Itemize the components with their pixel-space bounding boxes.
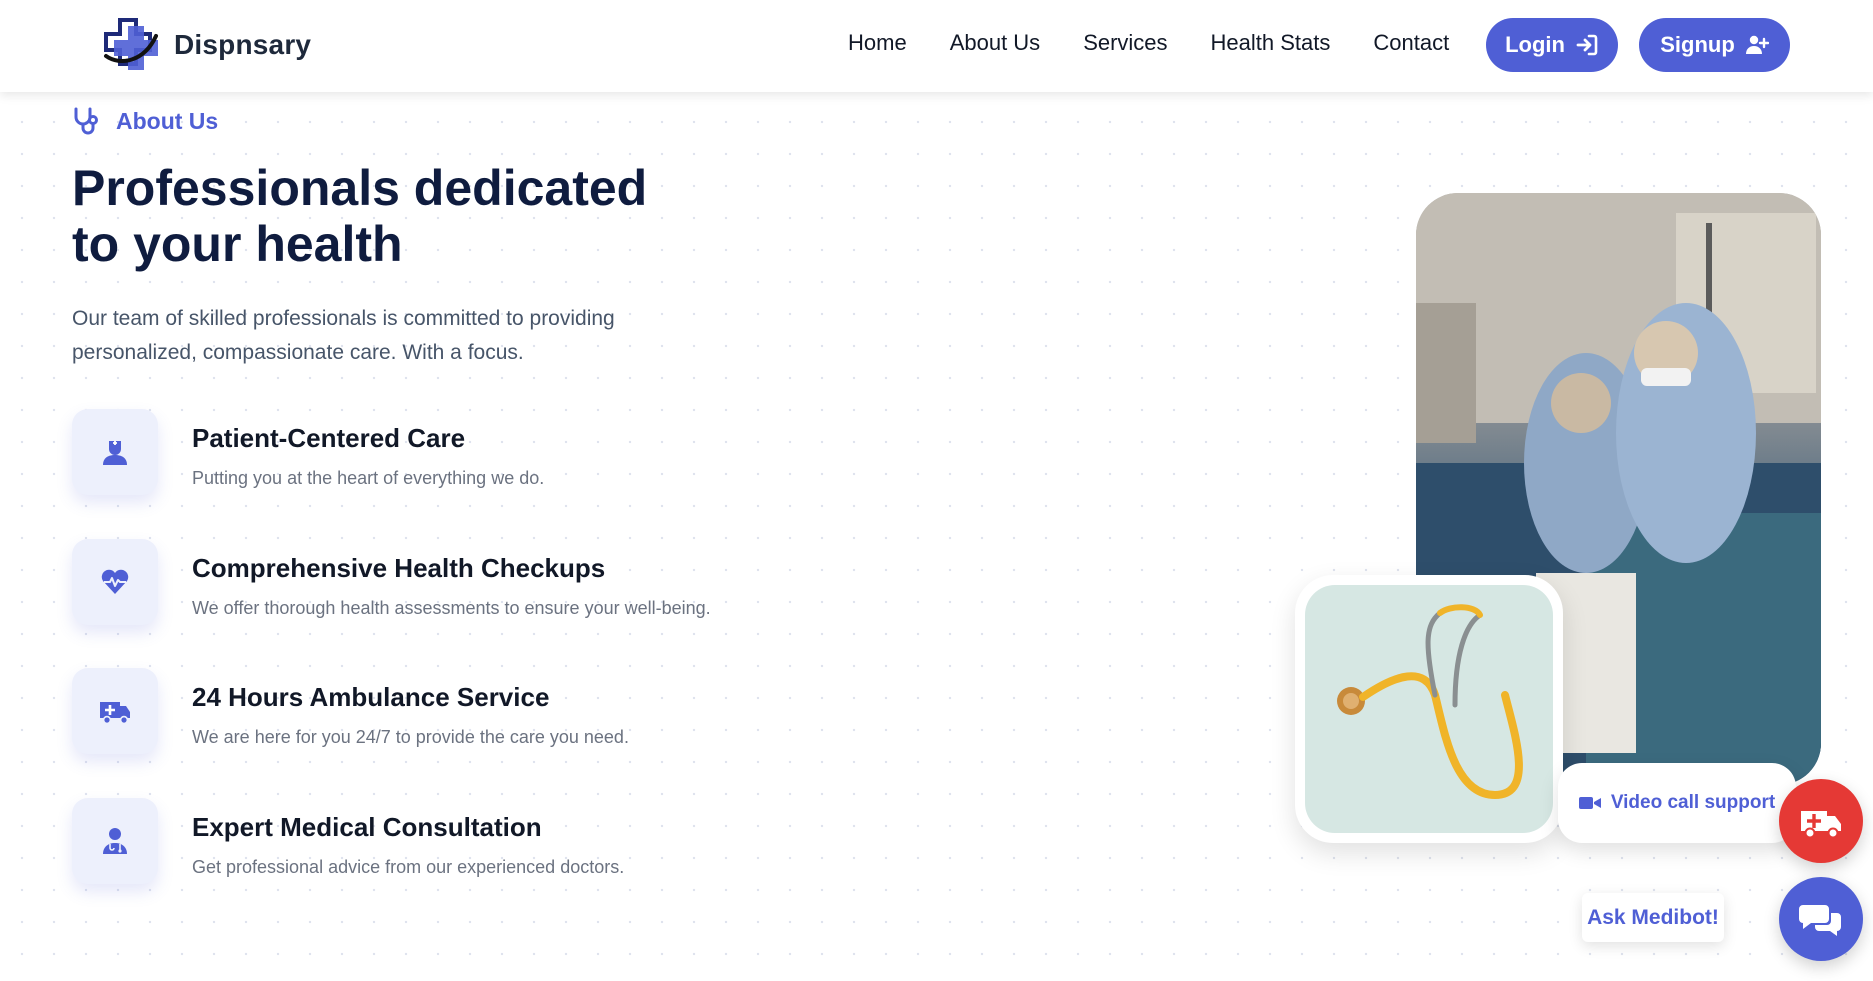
page-title: Professionals dedicated to your health: [72, 160, 692, 272]
nav-contact[interactable]: Contact: [1373, 30, 1449, 56]
nav-about-us[interactable]: About Us: [950, 30, 1041, 56]
page-title-line1: Professionals dedicated: [72, 160, 648, 216]
feature-desc: Putting you at the heart of everything w…: [192, 468, 545, 488]
feature-title: 24 Hours Ambulance Service: [192, 682, 550, 712]
stethoscope-photo: [1305, 585, 1553, 833]
feature-title: Comprehensive Health Checkups: [192, 553, 606, 583]
chatbot-button[interactable]: [1779, 877, 1863, 961]
stethoscope-illustration: [1337, 604, 1523, 800]
brand-logo-icon: [104, 18, 158, 70]
feature-desc: Get professional advice from our experie…: [192, 857, 625, 877]
brand[interactable]: Dispnsary: [100, 16, 311, 74]
brand-name: Dispnsary: [174, 29, 312, 60]
ambulance-icon: [1801, 811, 1841, 839]
stethoscope-photo-frame: [1295, 575, 1563, 843]
user-plus-icon: [1745, 35, 1769, 54]
signup-label: Signup: [1660, 32, 1735, 57]
feature-item: Patient-Centered Care Putting you at the…: [72, 409, 544, 495]
nav-links: Home About Us Services Health Stats Cont…: [848, 30, 1449, 56]
feature-icon-box: [72, 539, 158, 625]
feature-text: Patient-Centered Care Putting you at the…: [192, 423, 544, 489]
user-doctor-icon: [103, 828, 127, 854]
feature-item: Comprehensive Health Checkups We offer t…: [72, 539, 711, 625]
feature-text: 24 Hours Ambulance Service We are here f…: [192, 682, 629, 748]
chat-bubbles-icon: [1799, 905, 1841, 936]
feature-text: Expert Medical Consultation Get professi…: [192, 812, 624, 878]
feature-title: Patient-Centered Care: [192, 423, 466, 453]
video-call-label: Video call support: [1610, 792, 1776, 813]
login-label: Login: [1505, 32, 1565, 57]
stethoscope-icon: [74, 107, 98, 135]
ask-medibot-label[interactable]: Ask Medibot!: [1582, 893, 1724, 942]
nav-home[interactable]: Home: [848, 30, 907, 56]
heart-pulse-icon: [101, 569, 129, 594]
feature-title: Expert Medical Consultation: [192, 812, 542, 842]
feature-item: Expert Medical Consultation Get professi…: [72, 798, 624, 884]
signup-button[interactable]: Signup: [1639, 18, 1790, 72]
nav-health-stats[interactable]: Health Stats: [1211, 30, 1331, 56]
login-button[interactable]: Login: [1486, 18, 1618, 72]
feature-icon-box: [72, 668, 158, 754]
navbar: Dispnsary Home About Us Services Health …: [0, 0, 1873, 92]
doctor-icon: [103, 441, 127, 465]
feature-desc: We offer thorough health assessments to …: [192, 598, 711, 618]
page-title-line2: to your health: [72, 216, 403, 272]
about-eyebrow: About Us: [72, 106, 218, 136]
about-eyebrow-label: About Us: [116, 107, 219, 134]
about-lead-line2: personalized, compassionate care. With a…: [72, 341, 524, 364]
about-lead-line1: Our team of skilled professionals is com…: [72, 307, 615, 330]
video-call-support-card[interactable]: Video call support: [1558, 763, 1796, 843]
video-camera-icon: [1578, 797, 1601, 809]
sign-in-icon: [1576, 34, 1598, 56]
feature-icon-box: [72, 409, 158, 495]
emergency-ambulance-button[interactable]: [1779, 779, 1863, 863]
about-lead: Our team of skilled professionals is com…: [72, 302, 672, 370]
feature-text: Comprehensive Health Checkups We offer t…: [192, 553, 711, 619]
feature-desc: We are here for you 24/7 to provide the …: [192, 727, 629, 747]
nav-services[interactable]: Services: [1083, 30, 1167, 56]
feature-icon-box: [72, 798, 158, 884]
feature-item: 24 Hours Ambulance Service We are here f…: [72, 668, 629, 754]
ambulance-icon: [100, 702, 130, 725]
